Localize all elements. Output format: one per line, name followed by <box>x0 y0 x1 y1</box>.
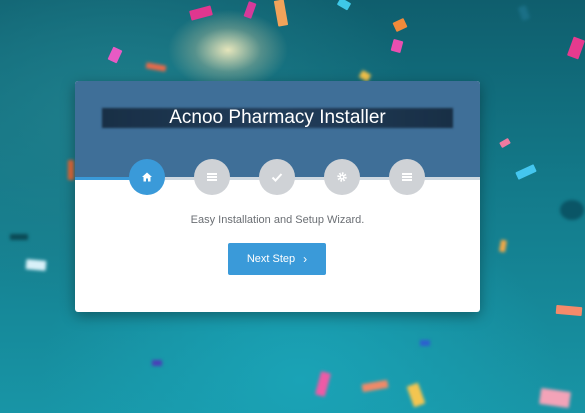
next-step-label: Next Step <box>246 253 296 265</box>
list-icon <box>402 173 412 181</box>
step-1-home[interactable] <box>129 159 165 195</box>
confetti-piece <box>10 234 28 240</box>
confetti-piece <box>560 200 584 220</box>
confetti-piece <box>392 17 408 33</box>
confetti-piece <box>499 137 511 149</box>
confetti-piece <box>107 46 123 64</box>
next-step-button[interactable]: Next Step › <box>228 243 326 275</box>
confetti-piece <box>152 360 162 366</box>
gear-icon <box>337 172 347 182</box>
confetti-piece <box>68 160 74 180</box>
confetti-piece <box>390 38 404 54</box>
confetti-piece <box>273 0 289 27</box>
confetti-piece <box>361 379 389 393</box>
home-icon <box>142 172 152 182</box>
confetti-piece <box>566 36 585 60</box>
step-4-settings[interactable] <box>324 159 360 195</box>
chevron-right-icon: › <box>303 252 308 266</box>
step-3-check[interactable] <box>259 159 295 195</box>
step-2-list[interactable] <box>194 159 230 195</box>
confetti-piece <box>515 164 537 180</box>
confetti-piece <box>145 62 167 72</box>
confetti-piece <box>315 371 331 397</box>
confetti-piece <box>25 259 47 271</box>
installer-title: Acnoo Pharmacy Installer <box>169 107 386 128</box>
confetti-piece <box>243 1 257 19</box>
confetti-piece <box>499 239 507 253</box>
list-icon <box>207 173 217 181</box>
confetti-piece <box>555 304 583 317</box>
confetti-piece <box>406 382 426 408</box>
step-5-list[interactable] <box>389 159 425 195</box>
confetti-piece <box>336 0 352 11</box>
installer-description: Easy Installation and Setup Wizard. <box>190 214 365 226</box>
confetti-piece <box>539 387 571 409</box>
confetti-piece <box>189 5 213 21</box>
check-icon <box>271 173 283 182</box>
confetti-piece <box>420 340 430 346</box>
installer-card: Acnoo Pharmacy Installer Easy Installati… <box>75 81 480 312</box>
confetti-piece <box>517 5 531 21</box>
